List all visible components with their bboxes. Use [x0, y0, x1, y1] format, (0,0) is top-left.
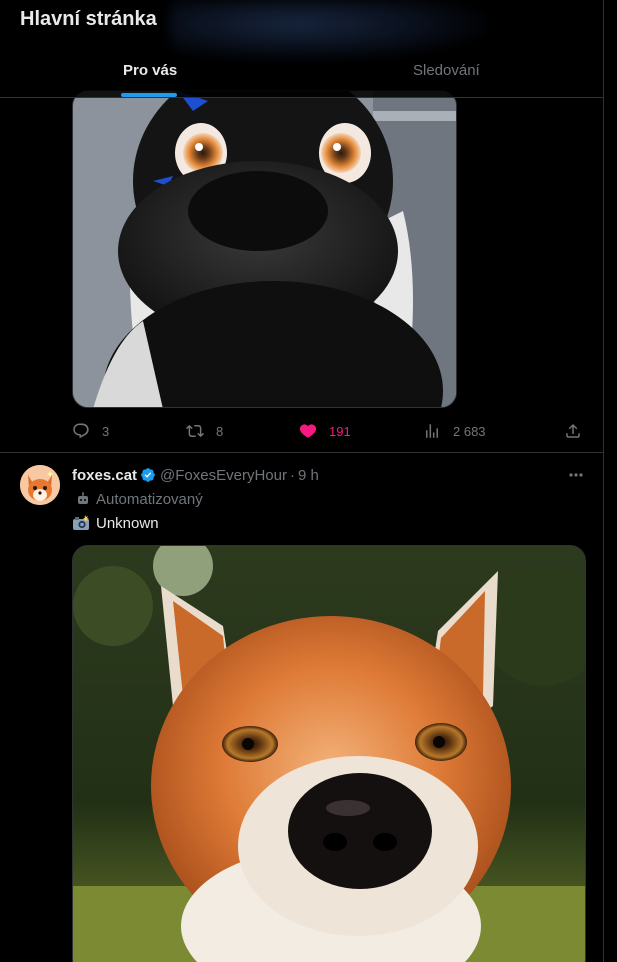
tab-for-you[interactable]: Pro vás — [123, 62, 177, 79]
views-chart-icon — [426, 424, 438, 438]
tweet-actions: 3 8 191 2 683 — [72, 420, 592, 442]
avatar[interactable] — [20, 465, 60, 505]
tab-following[interactable]: Sledování — [413, 62, 480, 79]
active-tab-indicator — [121, 93, 177, 97]
separator-dot: · — [289, 466, 295, 484]
repost-button[interactable]: 8 — [186, 420, 223, 442]
repost-icon — [186, 424, 204, 438]
heart-filled-icon — [299, 424, 317, 438]
like-button[interactable]: 191 — [299, 420, 351, 442]
more-options-button[interactable] — [566, 467, 586, 483]
fox-avatar-icon — [20, 465, 60, 505]
tweet-text: Unknown — [72, 513, 159, 533]
tweet-divider — [0, 452, 603, 453]
timeline-column: 3 8 191 2 683 foxes.cat @FoxesEveryHour … — [0, 0, 604, 962]
automated-label: Automatizovaný — [76, 490, 203, 508]
tweet-image-fursuit[interactable] — [72, 90, 457, 408]
automated-label-text: Automatizovaný — [96, 490, 203, 508]
user-handle[interactable]: @FoxesEveryHour — [160, 467, 287, 484]
more-dots-icon — [569, 473, 583, 477]
share-upload-icon — [566, 423, 580, 438]
fursuit-photo — [73, 91, 456, 407]
camera-flash-icon — [73, 515, 89, 530]
repost-count: 8 — [216, 423, 224, 439]
tweet-header: foxes.cat @FoxesEveryHour · 9 h — [72, 465, 319, 485]
share-button[interactable] — [564, 420, 582, 442]
views-button[interactable]: 2 683 — [423, 420, 486, 442]
reply-icon — [73, 423, 89, 439]
header-blur-backdrop — [170, 0, 490, 60]
verified-badge-icon[interactable] — [140, 467, 156, 483]
like-count: 191 — [329, 423, 351, 439]
fox-photo — [73, 546, 585, 962]
display-name[interactable]: foxes.cat — [72, 467, 137, 484]
page-title: Hlavní stránka — [20, 8, 157, 30]
timeline-header: Hlavní stránka Pro vás Sledování — [0, 0, 603, 98]
view-count: 2 683 — [453, 423, 486, 439]
tweet-image-fox[interactable] — [72, 545, 586, 962]
reply-count: 3 — [102, 423, 110, 439]
timestamp[interactable]: 9 h — [298, 467, 319, 484]
bot-icon — [78, 492, 88, 504]
tweet-text-content: Unknown — [96, 514, 159, 532]
reply-button[interactable]: 3 — [72, 420, 109, 442]
